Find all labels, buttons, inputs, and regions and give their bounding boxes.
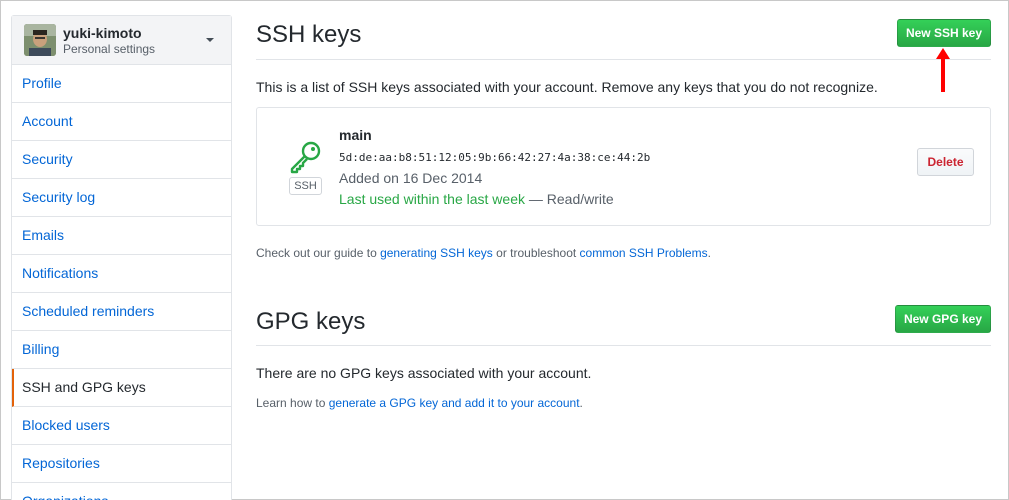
sidebar-item-notifications[interactable]: Notifications xyxy=(12,255,231,293)
gpg-keys-title: GPG keys xyxy=(256,308,366,335)
gpg-empty-message: There are no GPG keys associated with yo… xyxy=(256,365,592,381)
access-level: — Read/write xyxy=(525,191,614,207)
profile-subtitle: Personal settings xyxy=(63,42,156,56)
key-added-date: Added on 16 Dec 2014 xyxy=(339,170,483,186)
chevron-down-icon[interactable] xyxy=(206,38,214,42)
sidebar-item-repositories[interactable]: Repositories xyxy=(12,445,231,483)
key-fingerprint: 5d:de:aa:b8:51:12:05:9b:66:42:27:4a:38:c… xyxy=(339,151,651,164)
guide-suffix: . xyxy=(707,246,711,260)
generate-gpg-key-link[interactable]: generate a GPG key and add it to your ac… xyxy=(329,396,580,410)
key-icon xyxy=(289,140,323,177)
generating-ssh-keys-link[interactable]: generating SSH keys xyxy=(380,246,493,260)
ssh-type-badge: SSH xyxy=(289,177,322,195)
sidebar-item-ssh-gpg-keys[interactable]: SSH and GPG keys xyxy=(12,369,231,407)
ssh-key-item: SSH main 5d:de:aa:b8:51:12:05:9b:66:42:2… xyxy=(256,107,991,226)
common-ssh-problems-link[interactable]: common SSH Problems xyxy=(580,246,708,260)
red-arrow-annotation xyxy=(935,48,951,95)
ssh-keys-title: SSH keys xyxy=(256,21,362,48)
key-last-used: Last used within the last week — Read/wr… xyxy=(339,191,614,207)
sidebar-item-profile[interactable]: Profile xyxy=(12,65,231,103)
account-switcher[interactable]: yuki-kimoto Personal settings xyxy=(12,16,231,65)
ssh-description: This is a list of SSH keys associated wi… xyxy=(256,79,878,95)
sidebar-item-scheduled-reminders[interactable]: Scheduled reminders xyxy=(12,293,231,331)
ssh-guide-text: Check out our guide to generating SSH ke… xyxy=(256,246,711,260)
learn-prefix: Learn how to xyxy=(256,396,329,410)
guide-middle: or troubleshoot xyxy=(492,246,580,260)
sidebar-item-organizations[interactable]: Organizations xyxy=(12,483,231,500)
sidebar-item-security[interactable]: Security xyxy=(12,141,231,179)
gpg-learn-text: Learn how to generate a GPG key and add … xyxy=(256,396,583,410)
sidebar-item-blocked-users[interactable]: Blocked users xyxy=(12,407,231,445)
last-used-text: Last used within the last week xyxy=(339,191,525,207)
settings-sidebar: yuki-kimoto Personal settings Profile Ac… xyxy=(11,15,232,500)
main-content: SSH keys New SSH key This is a list of S… xyxy=(256,0,991,500)
new-gpg-key-button[interactable]: New GPG key xyxy=(895,305,991,333)
sidebar-item-account[interactable]: Account xyxy=(12,103,231,141)
sidebar-item-security-log[interactable]: Security log xyxy=(12,179,231,217)
sidebar-item-billing[interactable]: Billing xyxy=(12,331,231,369)
divider xyxy=(256,345,991,346)
divider xyxy=(256,59,991,60)
delete-key-button[interactable]: Delete xyxy=(917,148,974,176)
learn-suffix: . xyxy=(579,396,583,410)
key-title: main xyxy=(339,127,372,143)
avatar xyxy=(24,24,56,56)
sidebar-item-emails[interactable]: Emails xyxy=(12,217,231,255)
username: yuki-kimoto xyxy=(63,25,142,41)
guide-prefix: Check out our guide to xyxy=(256,246,381,260)
new-ssh-key-button[interactable]: New SSH key xyxy=(897,19,991,47)
